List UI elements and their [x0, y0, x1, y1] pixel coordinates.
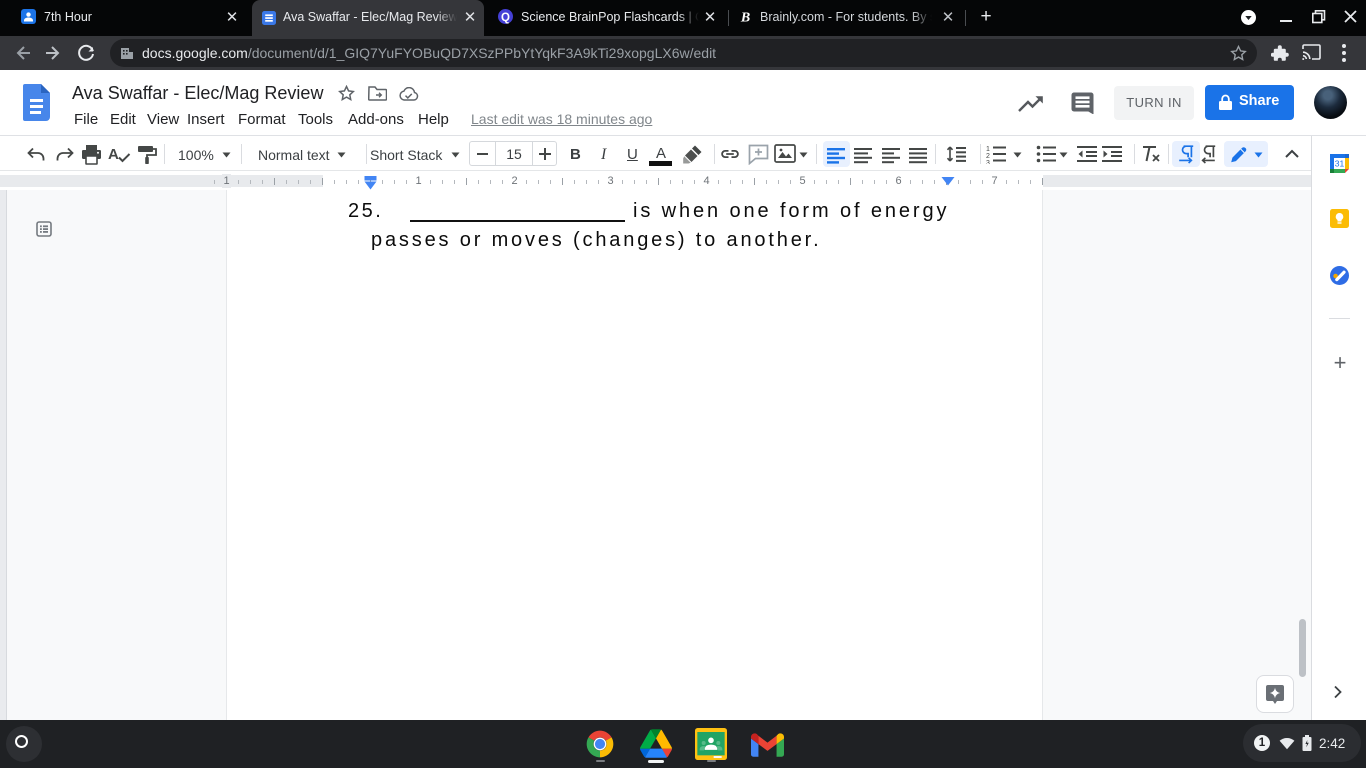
svg-text:31: 31 [1335, 158, 1345, 168]
svg-text:2: 2 [986, 153, 990, 160]
svg-text:B: B [740, 11, 750, 25]
svg-text:1: 1 [986, 146, 990, 153]
svg-text:3: 3 [986, 160, 990, 164]
svg-text:A: A [108, 146, 119, 163]
svg-text:Q: Q [501, 12, 510, 24]
